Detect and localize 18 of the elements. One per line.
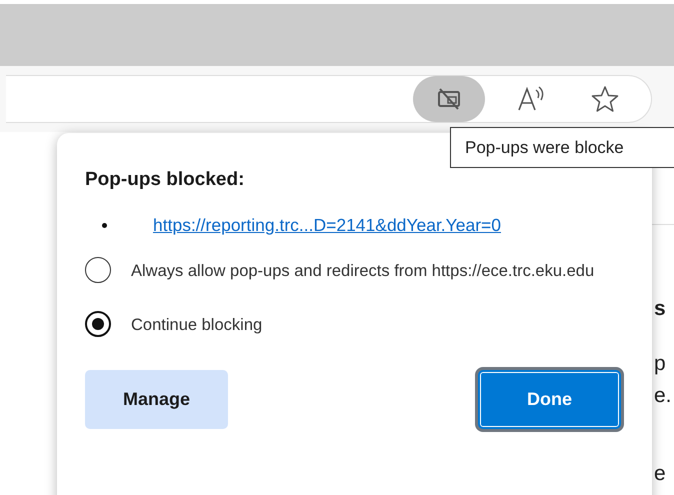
page-text: s [654, 297, 666, 321]
crossed-window-icon [436, 88, 462, 110]
page-text: e [654, 462, 666, 486]
bullet-icon [102, 223, 107, 228]
manage-button[interactable]: Manage [85, 370, 228, 429]
option-label: Always allow pop-ups and redirects from https://ece.trc.eku.edu [131, 261, 596, 282]
letter-sound-icon [516, 86, 546, 112]
popup-title: Pop-ups blocked: [85, 169, 246, 191]
star-icon [591, 85, 619, 113]
done-button[interactable]: Done [478, 370, 621, 429]
radio-button[interactable] [85, 311, 111, 337]
tooltip: Pop-ups were blocke [450, 127, 674, 168]
popup-blocked-button[interactable] [413, 76, 485, 122]
blocked-link[interactable]: https://reporting.trc...D=2141&ddYear.Year=0 [153, 215, 501, 236]
page-text: p [654, 352, 666, 376]
page-text: e. [654, 384, 672, 408]
radio-button[interactable] [85, 257, 111, 283]
option-label: Continue blocking [131, 315, 264, 336]
